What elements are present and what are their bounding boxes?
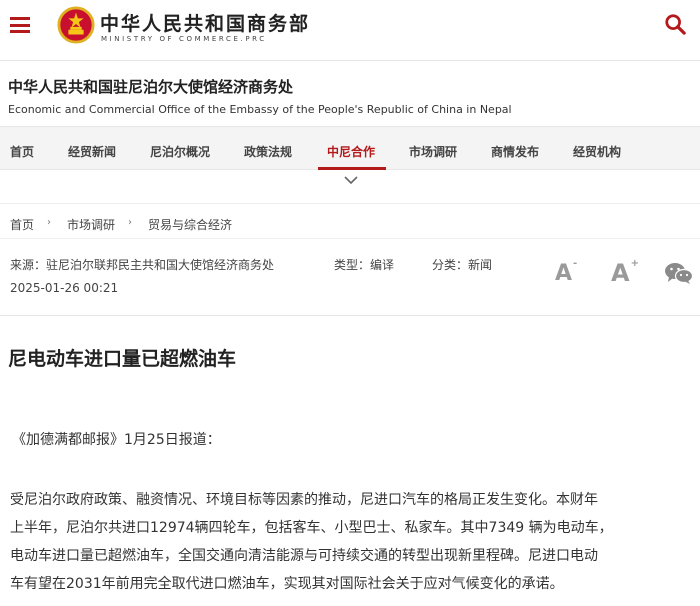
paragraph-line: 车有望在2031年前用完全取代进口燃油车，实现其对国际社会关于应对气候变化的承诺…: [10, 576, 564, 592]
nav-item-nepal-overview[interactable]: 尼泊尔概况: [150, 143, 210, 160]
paragraph-line: 上半年，尼泊尔共进口12974辆四轮车，包括客车、小型巴士、私家车。其中7349…: [10, 520, 613, 536]
breadcrumb-trade-economy[interactable]: 贸易与综合经济: [148, 216, 232, 233]
article-category: 分类：新闻: [432, 258, 493, 272]
main-nav: 首页 经贸新闻 尼泊尔概况 政策法规 中尼合作 市场调研 商情发布 经贸机构: [0, 126, 700, 170]
divider: [0, 315, 700, 316]
breadcrumb: 首页 › 市场调研 › 贸易与综合经济: [0, 203, 700, 239]
office-header: 中华人民共和国驻尼泊尔大使馆经济商务处 Economic and Commerc…: [0, 60, 700, 126]
font-decrease-label: A: [555, 261, 573, 286]
article-source: 来源：驻尼泊尔联邦民主共和国大使馆经济商务处: [10, 258, 275, 272]
chevron-down-icon[interactable]: [344, 175, 358, 185]
nav-item-market-research[interactable]: 市场调研: [409, 143, 457, 160]
font-decrease-button[interactable]: A-: [555, 258, 577, 286]
article-source-line: 《加德满都邮报》1月25日报道：: [12, 432, 221, 448]
paragraph-line: 电动车进口量已超燃油车，全国交通向清洁能源与可持续交通的转型出现新里程碑。尼进口…: [10, 548, 598, 564]
nav-item-home[interactable]: 首页: [10, 143, 34, 160]
font-increase-button[interactable]: A+: [611, 258, 639, 287]
ministry-name-cn[interactable]: 中华人民共和国商务部: [100, 9, 310, 36]
article-title: 尼电动车进口量已超燃油车: [8, 348, 237, 370]
office-name-en: Economic and Commercial Office of the Em…: [8, 103, 512, 116]
breadcrumb-home[interactable]: 首页: [10, 216, 34, 233]
menu-icon[interactable]: [10, 17, 30, 33]
breadcrumb-market-research[interactable]: 市场调研: [67, 216, 115, 233]
search-icon[interactable]: [664, 13, 686, 35]
top-bar: 中华人民共和国商务部 MINISTRY OF COMMERCE.PRC: [0, 0, 700, 60]
article-date: 2025-01-26 00:21: [10, 281, 119, 295]
font-increase-label: A: [611, 259, 630, 287]
article-paragraph: 受尼泊尔政府政策、融资情况、环境目标等因素的推动，尼进口汽车的格局正发生变化。本…: [10, 486, 692, 598]
article-meta: 来源：驻尼泊尔联邦民主共和国大使馆经济商务处 类型：编译 分类：新闻 2025-…: [0, 239, 700, 315]
wechat-share-icon[interactable]: [664, 261, 694, 285]
nav-item-policies[interactable]: 政策法规: [244, 143, 292, 160]
active-tab-indicator: [318, 167, 386, 170]
article-type: 类型：编译: [334, 258, 395, 272]
national-emblem-logo[interactable]: [57, 6, 95, 44]
nav-item-institutions[interactable]: 经贸机构: [573, 143, 621, 160]
breadcrumb-separator-icon: ›: [47, 217, 51, 228]
breadcrumb-separator-icon: ›: [128, 217, 132, 228]
nav-item-business-info[interactable]: 商情发布: [491, 143, 539, 160]
paragraph-line: 受尼泊尔政府政策、融资情况、环境目标等因素的推动，尼进口汽车的格局正发生变化。本…: [10, 492, 598, 508]
ministry-name-en: MINISTRY OF COMMERCE.PRC: [101, 35, 267, 43]
office-name-cn: 中华人民共和国驻尼泊尔大使馆经济商务处: [8, 78, 294, 96]
nav-item-trade-news[interactable]: 经贸新闻: [68, 143, 116, 160]
nav-item-cooperation[interactable]: 中尼合作: [327, 143, 375, 160]
